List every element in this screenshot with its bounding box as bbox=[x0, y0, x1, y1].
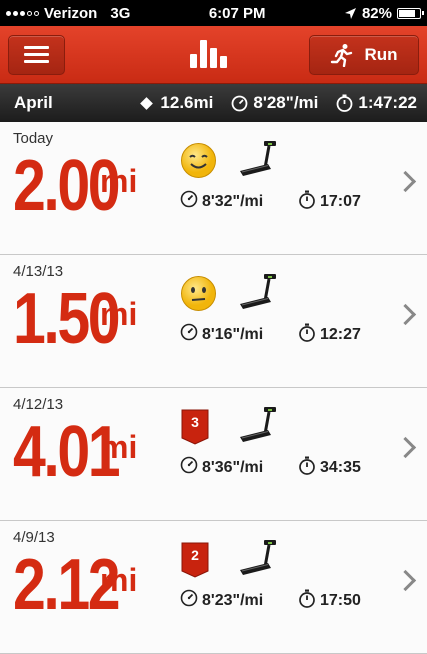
run-row[interactable]: 4/12/13 4.01 mi 3 8'36"/mi 34:35 bbox=[0, 388, 427, 521]
run-list: Today 2.00 mi 8'32"/mi 17:07 4/13/13 1.5… bbox=[0, 122, 427, 654]
hamburger-icon-line bbox=[24, 60, 49, 63]
hamburger-icon-line bbox=[24, 53, 49, 56]
summary-month: April bbox=[14, 93, 53, 112]
status-bar: Verizon 3G 6:07 PM 82% bbox=[0, 0, 427, 26]
run-duration: 17:50 bbox=[298, 589, 361, 613]
pace-gauge-icon bbox=[180, 589, 198, 612]
location-arrow-icon bbox=[344, 7, 356, 19]
run-pace: 8'23"/mi bbox=[180, 589, 263, 612]
status-left: Verizon 3G bbox=[6, 5, 130, 22]
distance-diamond-icon bbox=[140, 96, 154, 110]
signal-dot bbox=[6, 10, 11, 16]
chevron-right-icon[interactable] bbox=[394, 170, 417, 193]
run-pace: 8'36"/mi bbox=[180, 456, 263, 479]
run-row[interactable]: 4/13/13 1.50 mi 8'16"/mi 12:27 bbox=[0, 255, 427, 388]
run-row[interactable]: Today 2.00 mi 8'32"/mi 17:07 bbox=[0, 122, 427, 255]
run-pace: 8'32"/mi bbox=[180, 190, 263, 213]
run-duration: 17:07 bbox=[298, 190, 361, 214]
run-distance-unit: mi bbox=[100, 562, 138, 598]
chevron-right-icon[interactable] bbox=[394, 303, 417, 326]
summary-duration: 1:47:22 bbox=[336, 93, 417, 113]
ribbon-badge-icon: 2 bbox=[180, 541, 217, 578]
network-type: 3G bbox=[110, 4, 131, 22]
battery-percent: 82% bbox=[361, 4, 392, 22]
stopwatch-icon bbox=[298, 589, 316, 613]
signal-dot bbox=[34, 10, 39, 16]
signal-dot bbox=[27, 10, 32, 16]
run-date: 4/9/13 bbox=[13, 529, 55, 546]
ribbon-badge-icon: 3 bbox=[180, 408, 217, 445]
run-duration-value: 17:07 bbox=[320, 193, 361, 210]
badge-number: 2 bbox=[191, 547, 199, 563]
signal-strength-icon bbox=[6, 10, 39, 16]
stopwatch-icon bbox=[336, 94, 353, 112]
run-duration: 12:27 bbox=[298, 323, 361, 347]
monthly-summary-bar: April 12.6mi 8'28"/mi 1:47:22 bbox=[0, 84, 427, 122]
summary-pace-value: 8'28"/mi bbox=[253, 93, 319, 112]
run-duration-value: 17:50 bbox=[320, 592, 361, 609]
stopwatch-icon bbox=[298, 190, 316, 214]
hamburger-icon-line bbox=[24, 46, 49, 49]
run-date: 4/12/13 bbox=[13, 396, 64, 413]
menu-button[interactable] bbox=[8, 34, 65, 75]
run-distance-unit: mi bbox=[100, 163, 138, 199]
run-pace-value: 8'16"/mi bbox=[202, 325, 264, 343]
run-distance-unit: mi bbox=[100, 296, 138, 332]
chevron-right-icon[interactable] bbox=[394, 436, 417, 459]
pace-gauge-icon bbox=[180, 190, 198, 213]
stopwatch-icon bbox=[298, 323, 316, 347]
run-button[interactable]: Run bbox=[309, 34, 419, 75]
run-date: 4/13/13 bbox=[13, 263, 64, 280]
pace-gauge-icon bbox=[180, 456, 198, 479]
run-row[interactable]: 4/9/13 2.12 mi 2 8'23"/mi 17:50 bbox=[0, 521, 427, 654]
signal-dot bbox=[13, 10, 18, 16]
treadmill-icon bbox=[238, 406, 278, 449]
run-duration: 34:35 bbox=[298, 456, 361, 480]
run-date: Today bbox=[13, 130, 54, 147]
treadmill-icon bbox=[238, 273, 278, 316]
activity-bars-icon[interactable] bbox=[190, 40, 227, 68]
run-duration-value: 12:27 bbox=[320, 326, 361, 343]
pace-gauge-icon bbox=[231, 95, 248, 111]
carrier: Verizon bbox=[44, 4, 98, 22]
neutral-face-icon bbox=[180, 275, 217, 312]
signal-dot bbox=[20, 10, 25, 16]
summary-distance-value: 12.6mi bbox=[160, 93, 214, 112]
run-pace-value: 8'23"/mi bbox=[202, 591, 264, 609]
nav-bar: Run bbox=[0, 26, 427, 84]
chevron-right-icon[interactable] bbox=[394, 569, 417, 592]
run-pace: 8'16"/mi bbox=[180, 323, 263, 346]
clock: 6:07 PM bbox=[208, 4, 266, 22]
treadmill-icon bbox=[238, 140, 278, 183]
run-button-label: Run bbox=[364, 44, 398, 64]
pace-gauge-icon bbox=[180, 323, 198, 346]
battery-fill bbox=[398, 9, 415, 17]
runner-icon bbox=[331, 43, 353, 67]
summary-pace: 8'28"/mi bbox=[231, 93, 318, 113]
run-pace-value: 8'36"/mi bbox=[202, 458, 264, 476]
treadmill-icon bbox=[238, 539, 278, 582]
battery-icon bbox=[396, 7, 424, 19]
run-pace-value: 8'32"/mi bbox=[202, 192, 264, 210]
badge-number: 3 bbox=[191, 414, 199, 430]
stopwatch-icon bbox=[298, 456, 316, 480]
summary-duration-value: 1:47:22 bbox=[358, 93, 417, 112]
status-right: 82% bbox=[344, 4, 424, 22]
run-duration-value: 34:35 bbox=[320, 459, 361, 476]
smiley-icon bbox=[180, 142, 217, 179]
summary-distance: 12.6mi bbox=[140, 93, 214, 113]
run-distance-unit: mi bbox=[100, 429, 138, 465]
